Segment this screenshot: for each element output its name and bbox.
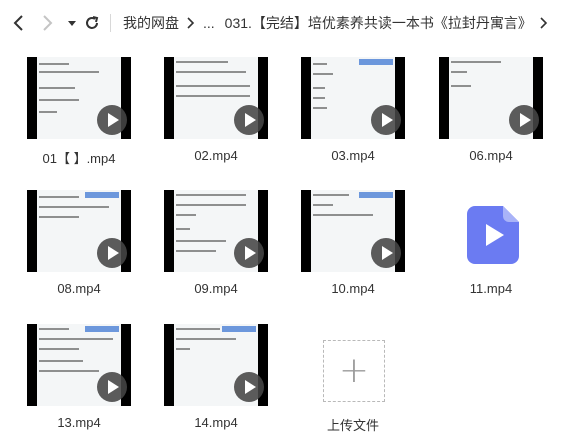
upload-button[interactable]: + bbox=[323, 340, 385, 402]
file-name[interactable]: 13.mp4 bbox=[19, 415, 139, 430]
play-icon[interactable] bbox=[371, 238, 401, 268]
upload-label[interactable]: 上传文件 bbox=[293, 415, 413, 434]
video-thumbnail[interactable] bbox=[301, 57, 405, 139]
file-name[interactable]: 09.mp4 bbox=[156, 281, 276, 296]
play-icon[interactable] bbox=[234, 238, 264, 268]
file-name[interactable]: 14.mp4 bbox=[156, 415, 276, 430]
file-name[interactable]: 08.mp4 bbox=[19, 281, 139, 296]
file-name[interactable]: 01【 】.mp4 bbox=[19, 148, 139, 167]
video-thumbnail[interactable] bbox=[301, 190, 405, 272]
video-thumbnail[interactable] bbox=[27, 190, 131, 272]
file-name[interactable]: 06.mp4 bbox=[431, 148, 551, 163]
video-thumbnail[interactable] bbox=[439, 57, 543, 139]
play-icon[interactable] bbox=[97, 105, 127, 135]
file-name[interactable]: 11.mp4 bbox=[431, 281, 551, 296]
video-thumbnail[interactable] bbox=[27, 57, 131, 139]
plus-icon: + bbox=[338, 350, 370, 391]
play-icon[interactable] bbox=[234, 105, 264, 135]
play-icon[interactable] bbox=[97, 238, 127, 268]
play-icon[interactable] bbox=[234, 372, 264, 402]
file-grid: 01【 】.mp4 02.mp4 03.mp4 06.mp4 08.mp4 09… bbox=[0, 0, 570, 445]
play-icon[interactable] bbox=[371, 105, 401, 135]
video-thumbnail[interactable] bbox=[164, 57, 268, 139]
video-thumbnail[interactable] bbox=[27, 324, 131, 406]
file-name[interactable]: 03.mp4 bbox=[293, 148, 413, 163]
play-icon[interactable] bbox=[509, 105, 539, 135]
video-thumbnail[interactable] bbox=[164, 324, 268, 406]
file-name[interactable]: 10.mp4 bbox=[293, 281, 413, 296]
video-thumbnail[interactable] bbox=[164, 190, 268, 272]
video-file-icon[interactable] bbox=[467, 206, 519, 264]
play-icon[interactable] bbox=[97, 372, 127, 402]
file-name[interactable]: 02.mp4 bbox=[156, 148, 276, 163]
